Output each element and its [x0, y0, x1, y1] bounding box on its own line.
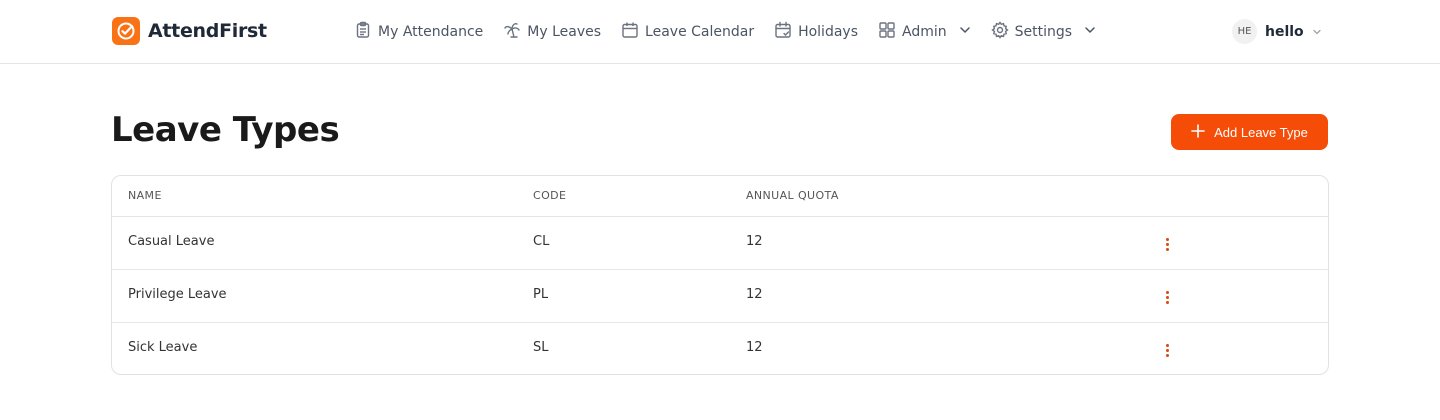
nav-item-my-attendance[interactable]: My Attendance	[354, 20, 483, 44]
column-header-annual-quota[interactable]: ANNUAL QUOTA	[746, 189, 839, 202]
leave-name: Privilege Leave	[128, 287, 227, 302]
calendar-check-icon	[774, 21, 792, 43]
leave-name: Sick Leave	[128, 340, 198, 355]
table-row: Sick Leave SL 12	[112, 323, 1328, 374]
top-navbar: AttendFirst My Attendance My Leaves Leav…	[0, 0, 1440, 64]
palm-tree-icon	[503, 21, 521, 43]
user-name: hello	[1265, 23, 1304, 40]
column-header-name[interactable]: NAME	[128, 189, 162, 202]
plus-icon	[1191, 123, 1205, 141]
row-actions-menu-icon[interactable]	[1161, 340, 1173, 360]
table-row: Privilege Leave PL 12	[112, 270, 1328, 323]
table-row: Casual Leave CL 12	[112, 217, 1328, 270]
clipboard-icon	[354, 21, 372, 43]
leave-code: SL	[533, 340, 549, 355]
leave-name: Casual Leave	[128, 234, 215, 249]
add-leave-type-button[interactable]: Add Leave Type	[1171, 114, 1328, 150]
leave-quota: 12	[746, 340, 763, 355]
nav-label: Holidays	[798, 24, 858, 40]
calendar-icon	[621, 21, 639, 43]
nav-label: Settings	[1014, 24, 1073, 40]
nav-item-settings[interactable]: Settings	[990, 20, 1096, 44]
row-actions-menu-icon[interactable]	[1161, 234, 1173, 254]
nav-item-holidays[interactable]: Holidays	[774, 20, 858, 44]
avatar: HE	[1232, 19, 1257, 44]
nav-label: My Leaves	[527, 24, 602, 40]
column-header-code[interactable]: CODE	[533, 189, 566, 202]
leave-code: PL	[533, 287, 549, 302]
nav-label: Admin	[902, 24, 947, 40]
gear-icon	[990, 21, 1009, 43]
logo-check-icon	[112, 17, 140, 45]
main-nav: My Attendance My Leaves Leave Calendar H…	[354, 20, 1116, 44]
nav-item-my-leaves[interactable]: My Leaves	[503, 20, 601, 44]
leave-quota: 12	[746, 234, 763, 249]
leave-quota: 12	[746, 287, 763, 302]
nav-item-admin[interactable]: Admin	[878, 20, 971, 44]
chevron-down-icon	[959, 24, 971, 40]
chevron-down-icon	[1312, 22, 1322, 41]
leave-code: CL	[533, 234, 550, 249]
page-title: Leave Types	[111, 110, 340, 150]
chevron-down-icon	[1084, 24, 1096, 40]
row-actions-menu-icon[interactable]	[1161, 287, 1173, 307]
user-menu[interactable]: HE hello	[1232, 19, 1322, 44]
table-header: NAME CODE ANNUAL QUOTA	[112, 176, 1328, 217]
brand[interactable]: AttendFirst	[112, 17, 267, 45]
nav-item-leave-calendar[interactable]: Leave Calendar	[621, 20, 754, 44]
grid-icon	[878, 21, 896, 43]
add-button-label: Add Leave Type	[1214, 124, 1308, 140]
nav-label: My Attendance	[378, 24, 484, 40]
leave-types-table: NAME CODE ANNUAL QUOTA Casual Leave CL 1…	[111, 175, 1329, 375]
brand-name: AttendFirst	[148, 20, 267, 42]
nav-label: Leave Calendar	[645, 24, 755, 40]
